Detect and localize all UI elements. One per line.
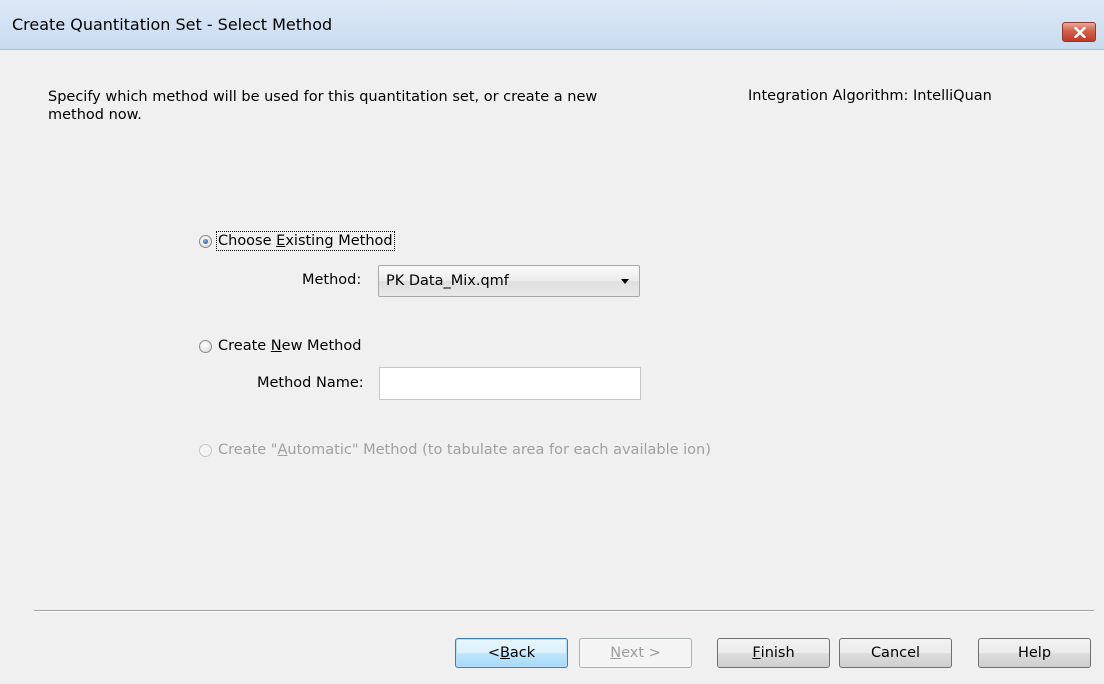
close-button[interactable] [1062,22,1096,42]
choose-existing-radio[interactable] [199,234,212,248]
title-bar: Create Quantitation Set - Select Method [0,0,1104,50]
integration-algorithm-label: Integration Algorithm: IntelliQuan [748,88,992,104]
window-title: Create Quantitation Set - Select Method [12,15,333,34]
method-name-input[interactable] [379,367,641,400]
next-button: Next > [579,638,692,668]
choose-existing-method-option[interactable]: Choose Existing Method [199,231,395,251]
automatic-label: Create "Automatic" Method (to tabulate a… [218,442,711,458]
help-button[interactable]: Help [978,638,1091,668]
instruction-text: Specify which method will be used for th… [48,89,598,123]
close-icon [1074,27,1086,38]
cancel-button[interactable]: Cancel [839,638,952,668]
create-new-radio[interactable] [199,339,212,353]
choose-existing-label[interactable]: Choose Existing Method [216,231,395,251]
method-select-value: PK Data_Mix.qmf [386,273,509,289]
chevron-down-icon [621,279,629,284]
method-select[interactable]: PK Data_Mix.qmf [378,265,640,297]
create-new-label[interactable]: Create New Method [218,338,361,354]
finish-button[interactable]: Finish [717,638,830,668]
create-new-method-option[interactable]: Create New Method [199,338,361,354]
method-label: Method: [302,272,362,288]
automatic-radio [199,443,212,457]
separator [34,610,1094,612]
method-name-label: Method Name: [257,375,364,391]
back-button[interactable]: < Back [455,638,568,668]
create-automatic-method-option: Create "Automatic" Method (to tabulate a… [199,442,711,458]
